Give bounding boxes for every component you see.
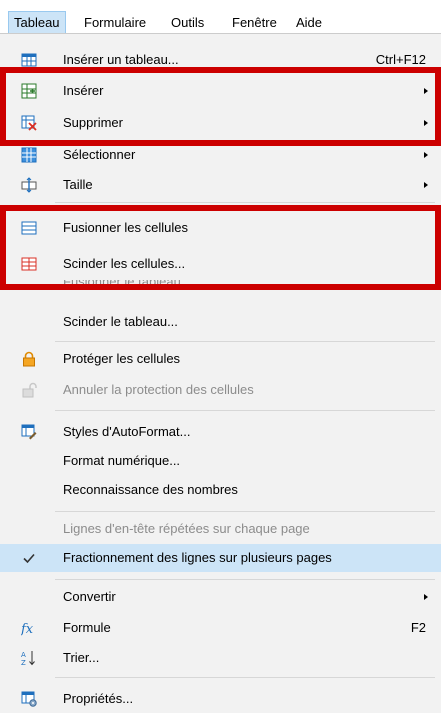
menu-item-label: Convertir [63, 589, 116, 604]
menu-separator [55, 677, 435, 678]
table-properties-icon [21, 691, 37, 707]
menu-item-size[interactable]: Taille [0, 171, 441, 199]
menu-separator [55, 341, 435, 342]
menu-item-properties[interactable]: Propriétés... [0, 685, 441, 713]
select-table-icon [21, 147, 37, 163]
menu-item-label: Annuler la protection des cellules [63, 382, 254, 397]
menu-fenetre[interactable]: Fenêtre [227, 12, 282, 33]
highlight-box-insert-delete [0, 67, 441, 146]
svg-text:Z: Z [21, 659, 26, 666]
svg-text:fx: fx [21, 622, 34, 636]
menu-item-label: Reconnaissance des nombres [63, 482, 238, 497]
submenu-arrow-icon [424, 152, 428, 158]
autoformat-icon [21, 424, 37, 440]
menu-aide[interactable]: Aide [291, 12, 327, 33]
svg-text:A: A [21, 651, 26, 659]
menu-item-label: Styles d'AutoFormat... [63, 424, 191, 439]
menu-item-label: Taille [63, 177, 93, 192]
menu-separator [55, 511, 435, 512]
menu-item-label: Lignes d'en-tête répétées sur chaque pag… [63, 521, 310, 536]
menu-item-label: Format numérique... [63, 453, 181, 468]
menu-item-unprotect-cells[interactable]: Annuler la protection des cellules [0, 376, 441, 404]
resize-icon [21, 177, 37, 193]
menu-item-row-break[interactable]: Fractionnement des lignes sur plusieurs … [0, 544, 441, 572]
menu-item-autoformat[interactable]: Styles d'AutoFormat... [0, 418, 441, 446]
menu-item-label: Trier... [63, 650, 100, 665]
menu-bar: Tableau Formulaire Outils Fenêtre Aide [0, 0, 441, 34]
menu-item-label: Scinder le tableau... [63, 314, 178, 329]
menu-item-protect-cells[interactable]: Protéger les cellules [0, 345, 441, 373]
menu-item-shortcut: F2 [410, 620, 426, 635]
submenu-arrow-icon [424, 182, 428, 188]
highlight-box-merge-split [0, 205, 441, 290]
sort-az-icon: A Z [21, 651, 35, 666]
lock-icon [23, 351, 35, 367]
menu-item-label: Formule [63, 620, 111, 635]
menu-separator [55, 410, 435, 411]
menu-tableau[interactable]: Tableau [8, 11, 66, 34]
submenu-arrow-icon [424, 594, 428, 600]
menu-item-label: Propriétés... [63, 691, 134, 706]
insert-table-icon [21, 53, 37, 67]
unlock-icon [22, 382, 37, 398]
menu-item-repeat-heading[interactable]: Lignes d'en-tête répétées sur chaque pag… [0, 515, 441, 543]
menu-item-number-format[interactable]: Format numérique... [0, 447, 441, 475]
checkmark-icon [23, 553, 35, 564]
menu-item-sort[interactable]: A Z Trier... [0, 644, 441, 672]
menu-item-number-recognition[interactable]: Reconnaissance des nombres [0, 476, 441, 504]
formula-fx-icon: fx [21, 622, 34, 636]
menu-item-label: Fractionnement des lignes sur plusieurs … [63, 550, 332, 565]
menu-item-formula[interactable]: fx Formule F2 [0, 614, 441, 642]
menu-separator [55, 579, 435, 580]
menu-formulaire[interactable]: Formulaire [79, 12, 151, 33]
menu-item-split-table[interactable]: Scinder le tableau... [0, 308, 441, 336]
menu-item-label: Protéger les cellules [63, 351, 181, 366]
menu-item-convert[interactable]: Convertir [0, 583, 441, 611]
menu-separator [55, 202, 435, 203]
menu-outils[interactable]: Outils [166, 12, 209, 33]
